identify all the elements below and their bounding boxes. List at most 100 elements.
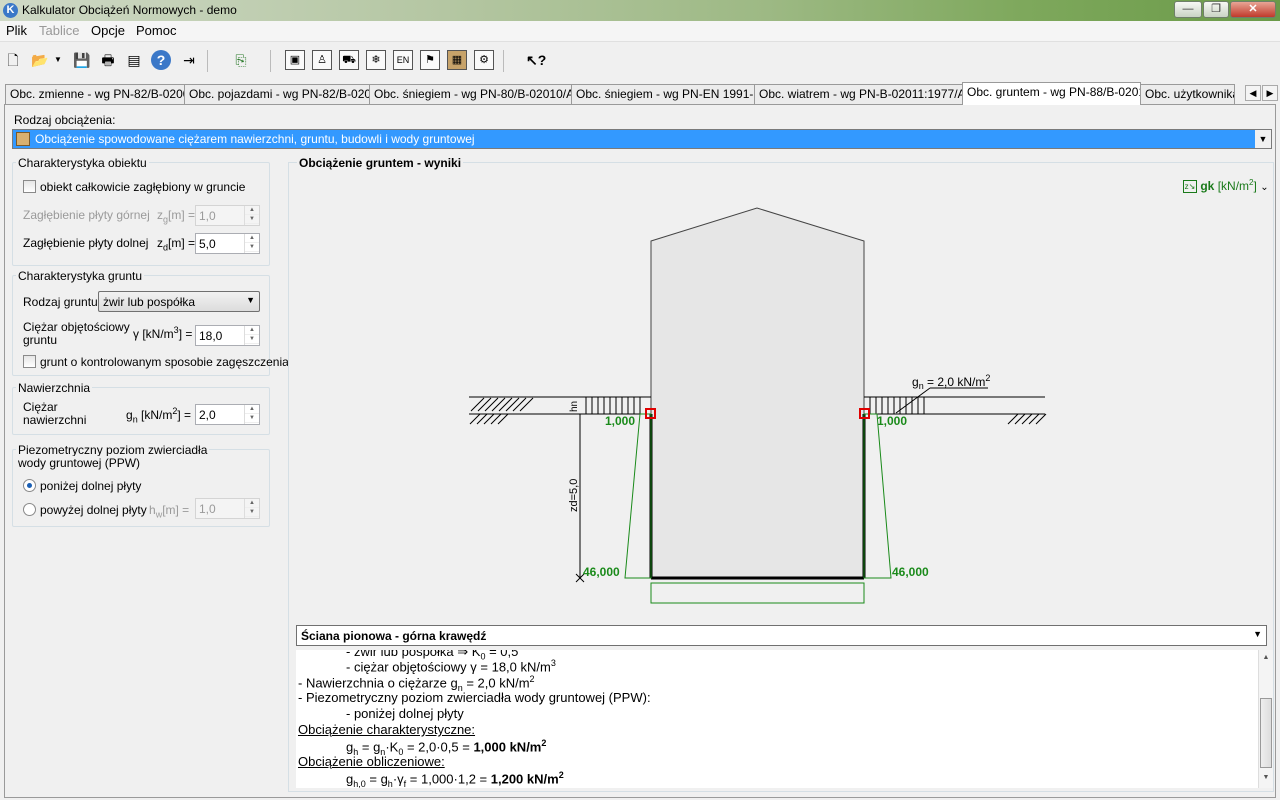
spin-up-icon[interactable]: ▲	[245, 405, 259, 414]
spin-down-icon[interactable]: ▼	[245, 335, 259, 344]
tab-scroll-left-icon[interactable]: ◀	[1245, 85, 1261, 101]
tab-sniegiem-en[interactable]: Obc. śniegiem - wg PN-EN 1991-1-3	[571, 84, 755, 104]
surface-weight-stepper[interactable]: ▲ ▼	[244, 405, 259, 424]
wall-edge-select[interactable]: Ściana pionowa - górna krawędź ▼	[296, 625, 1267, 646]
chevron-down-icon[interactable]: ▼	[1255, 130, 1271, 148]
exit-icon[interactable]: ⇥	[178, 49, 200, 71]
report-heading: Obciążenie charakterystyczne:	[298, 722, 476, 737]
report-heading: Obciążenie obliczeniowe:	[298, 754, 445, 769]
soil-weight-label-2: gruntu	[23, 333, 58, 347]
load-type-value: Obciążenie spowodowane ciężarem nawierzc…	[35, 132, 475, 146]
group5-icon[interactable]: EN	[393, 50, 413, 70]
toolbar-separator	[503, 50, 504, 72]
group6-icon[interactable]: ⚑	[420, 50, 440, 70]
new-file-icon[interactable]: 🗋	[2, 49, 24, 71]
top-depth-input[interactable]	[196, 206, 243, 225]
group8-icon[interactable]: ⚙	[474, 50, 494, 70]
spin-up-icon[interactable]: ▲	[245, 326, 259, 335]
menu-opcje[interactable]: Opcje	[91, 23, 125, 38]
soil-type-select[interactable]: żwir lub pospółka ▼	[98, 291, 260, 312]
bottom-depth-symbol: zd[m] =	[157, 236, 196, 253]
scroll-down-icon[interactable]: ▼	[1259, 772, 1273, 784]
spin-up-icon[interactable]: ▲	[245, 234, 259, 243]
buried-checkbox[interactable]	[23, 180, 36, 193]
hw-field[interactable]: ▲▼	[195, 498, 260, 519]
export-icon[interactable]: ▤	[123, 49, 145, 71]
spin-down-icon[interactable]: ▼	[245, 243, 259, 252]
load-type-icon	[16, 132, 30, 146]
top-depth-stepper[interactable]: ▲ ▼	[244, 206, 259, 225]
menu-pomoc[interactable]: Pomoc	[136, 23, 176, 38]
ppw-below-radio[interactable]	[23, 479, 36, 492]
bottom-depth-field[interactable]: ▲▼	[195, 233, 260, 254]
group4-icon[interactable]: ❄	[366, 50, 386, 70]
spin-down-icon[interactable]: ▼	[245, 215, 259, 224]
print-icon[interactable]: 🖶	[97, 49, 119, 71]
results-title: Obciążenie gruntem - wyniki	[297, 156, 464, 170]
scrollbar-thumb[interactable]	[1260, 698, 1272, 768]
soil-type-label: Rodzaj gruntu	[23, 295, 98, 309]
menu-bar: Plik Tablice Opcje Pomoc	[0, 21, 1280, 42]
report-panel: - żwir lub pospółka ⇒ K0 = 0,5 - ciężar …	[296, 650, 1258, 788]
soil-weight-stepper[interactable]: ▲ ▼	[244, 326, 259, 345]
surface-label-2: nawierzchni	[23, 413, 87, 427]
ppw-group-title-2: wody gruntowej (PPW)	[16, 456, 143, 470]
spin-up-icon[interactable]: ▲	[245, 206, 259, 215]
minimize-button[interactable]: —	[1174, 1, 1202, 18]
tab-pojazdami[interactable]: Obc. pojazdami - wg PN-82/B-02004	[184, 84, 370, 104]
group2-icon[interactable]: ♙	[312, 50, 332, 70]
help-icon[interactable]: ?	[151, 50, 171, 70]
soil-weight-field[interactable]: ▲▼	[195, 325, 260, 346]
tab-scroll-right-icon[interactable]: ▶	[1262, 85, 1278, 101]
ppw-above-radio[interactable]	[23, 503, 36, 516]
tab-gruntem[interactable]: Obc. gruntem - wg PN-88/B-02014	[962, 82, 1141, 105]
tab-zmienne[interactable]: Obc. zmienne - wg PN-82/B-02003	[5, 84, 185, 104]
tab-uzytkownika[interactable]: Obc. użytkownika	[1140, 84, 1235, 104]
maximize-button[interactable]: ❐	[1203, 1, 1229, 18]
open-file-icon[interactable]: 📂	[29, 49, 51, 71]
compaction-checkbox[interactable]	[23, 355, 36, 368]
menu-plik[interactable]: Plik	[6, 23, 27, 38]
surface-symbol: gn [kN/m2] =	[126, 406, 192, 425]
report-scrollbar[interactable]: ▲ ▼	[1258, 650, 1273, 788]
spin-up-icon[interactable]: ▲	[245, 499, 259, 508]
ppw-group-title-1: Piezometryczny poziom zwierciadła	[16, 443, 210, 457]
surface-weight-field[interactable]: ▲▼	[195, 404, 260, 425]
dropdown-arrow-icon[interactable]: ▼	[52, 49, 64, 71]
scroll-up-icon[interactable]: ▲	[1259, 652, 1273, 664]
load-type-select[interactable]: Obciążenie spowodowane ciężarem nawierzc…	[12, 129, 1272, 149]
spin-down-icon[interactable]: ▼	[245, 414, 259, 423]
window-title: Kalkulator Obciążeń Normowych - demo	[22, 3, 237, 17]
tab-sniegiem-pn[interactable]: Obc. śniegiem - wg PN-80/B-02010/Az1	[369, 84, 572, 104]
top-left-value: 1,000	[605, 414, 635, 428]
top-depth-field[interactable]: ▲▼	[195, 205, 260, 226]
chevron-down-icon[interactable]: ▼	[1253, 629, 1262, 639]
spin-down-icon[interactable]: ▼	[245, 508, 259, 517]
context-help-icon[interactable]: ↖?	[525, 49, 547, 71]
bottom-depth-input[interactable]	[196, 234, 243, 253]
tab-wiatrem[interactable]: Obc. wiatrem - wg PN-B-02011:1977/Az1	[754, 84, 963, 104]
soil-load-diagram: gn = 2,0 kN/m2 zd=5,0 hn 1,000 1,000 46,…	[469, 207, 1047, 604]
top-right-value: 1,000	[877, 414, 907, 428]
chevron-down-icon[interactable]: ▼	[246, 295, 255, 305]
group1-icon[interactable]: ▣	[285, 50, 305, 70]
surface-weight-input[interactable]	[196, 405, 243, 424]
menu-tablice[interactable]: Tablice	[39, 23, 79, 38]
hw-stepper[interactable]: ▲ ▼	[244, 499, 259, 518]
group7-icon[interactable]: ▦	[447, 50, 467, 70]
report-line: - Piezometryczny poziom zwierciadła wody…	[298, 690, 651, 705]
object-group-title: Charakterystyka obiektu	[16, 156, 149, 170]
hw-symbol: hw[m] =	[149, 503, 190, 520]
title-bar: K Kalkulator Obciążeń Normowych - demo —…	[0, 0, 1280, 21]
soil-weight-label-1: Ciężar objętościowy	[23, 320, 130, 334]
soil-weight-input[interactable]	[196, 326, 243, 345]
surface-group-title: Nawierzchnia	[16, 381, 93, 395]
bottom-depth-stepper[interactable]: ▲ ▼	[244, 234, 259, 253]
group3-icon[interactable]: ⛟	[339, 50, 359, 70]
copy-icon[interactable]: ⎘	[230, 49, 252, 71]
close-button[interactable]: ✕	[1230, 1, 1276, 18]
soil-type-value: żwir lub pospółka	[103, 295, 196, 309]
save-icon[interactable]: 💾	[71, 49, 93, 71]
hw-input[interactable]	[196, 499, 243, 518]
compaction-checkbox-label: grunt o kontrolowanym sposobie zagęszcze…	[40, 355, 289, 369]
